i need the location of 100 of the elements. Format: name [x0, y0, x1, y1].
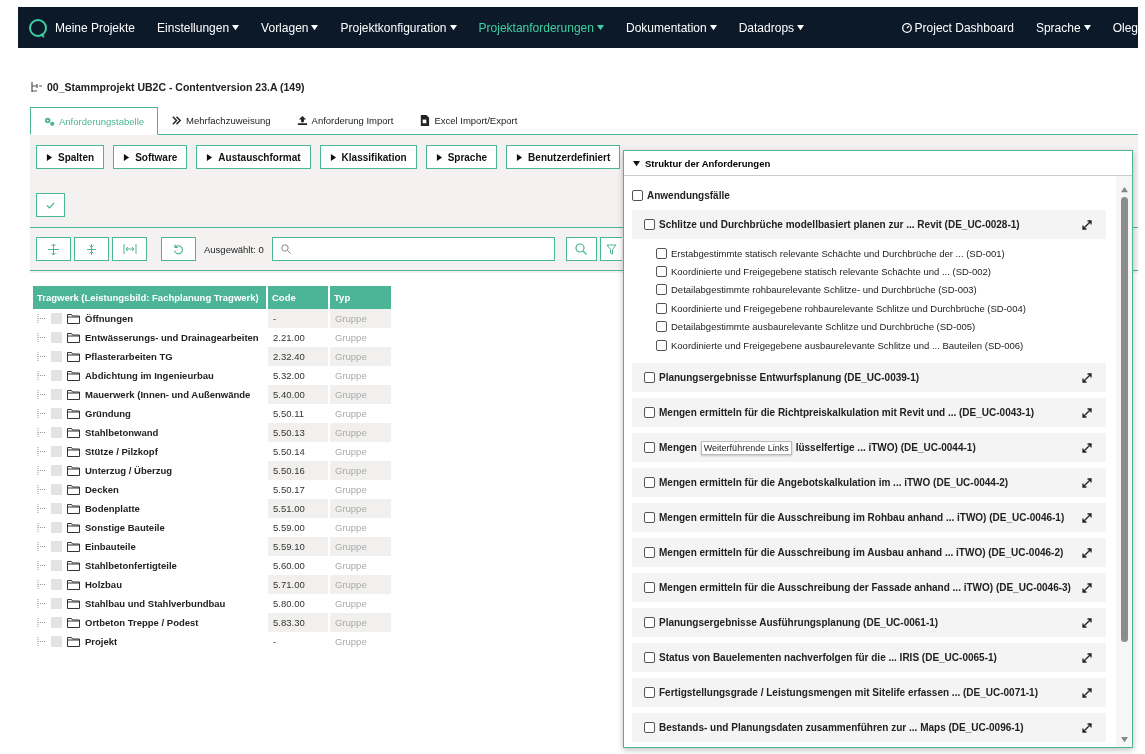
filter-button[interactable]: Sprache [425, 145, 498, 169]
row-checkbox[interactable] [51, 408, 62, 419]
row-checkbox[interactable] [51, 389, 62, 400]
caret-icon [232, 24, 240, 31]
group-name: Stahlbau und Stahlverbundbau [85, 598, 226, 609]
checkbox[interactable] [644, 442, 655, 454]
folder-icon [67, 427, 80, 438]
tree-cell[interactable]: Stahlbau und Stahlverbundbau [33, 594, 268, 613]
language-menu[interactable]: Sprache [1035, 20, 1091, 35]
triangle-icon [329, 153, 337, 161]
folder-icon [67, 332, 80, 343]
tab[interactable]: Anforderung Import [283, 107, 407, 134]
tree-cell[interactable]: Ortbeton Treppe / Podest [33, 613, 268, 632]
tree-cell[interactable]: Projekt [33, 632, 268, 651]
folder-icon [67, 351, 80, 362]
tree-cell[interactable]: Stahlbetonfertigteile [33, 556, 268, 575]
row-checkbox[interactable] [51, 370, 62, 381]
search-field[interactable] [271, 237, 555, 261]
filter-button[interactable]: Benutzerdefiniert [506, 145, 621, 169]
filter-button[interactable]: Austauschformat [196, 145, 311, 169]
row-checkbox[interactable] [51, 598, 62, 609]
filter-button[interactable]: Spalten [36, 145, 105, 169]
type-cell: Gruppe [330, 613, 393, 632]
tooltip: Weiterführende Links [700, 440, 792, 455]
row-checkbox[interactable] [51, 560, 62, 571]
checkbox[interactable] [644, 547, 655, 559]
nav-menu[interactable]: Vorlagen [261, 20, 319, 35]
checkbox[interactable] [632, 189, 643, 201]
checkbox[interactable] [644, 582, 655, 594]
row-checkbox[interactable] [51, 522, 62, 533]
row-checkbox[interactable] [51, 313, 62, 324]
row-checkbox[interactable] [51, 636, 62, 647]
selected-count: Ausgewählt: 0 [204, 243, 264, 255]
tree-cell[interactable]: Mauerwerk (Innen- und Außenwände [33, 385, 268, 404]
row-checkbox[interactable] [51, 351, 62, 362]
checkbox[interactable] [644, 477, 655, 489]
expand-icon[interactable] [1082, 372, 1092, 383]
tree-cell[interactable]: Decken [33, 480, 268, 499]
code-cell: 2.32.40 [268, 347, 330, 366]
group-name: Decken [85, 484, 119, 495]
expand-icon[interactable] [1082, 477, 1092, 488]
row-checkbox[interactable] [51, 465, 62, 476]
tree-cell[interactable]: Abdichtung im Ingenieurbau [33, 366, 268, 385]
filter-button[interactable]: Klassifikation [319, 145, 417, 169]
tree-cell[interactable]: Entwässerungs- und Drainagearbeiten [33, 328, 268, 347]
row-checkbox[interactable] [51, 446, 62, 457]
checkbox[interactable] [644, 687, 655, 699]
expand-icon[interactable] [1082, 722, 1092, 733]
checkbox[interactable] [644, 407, 655, 419]
row-checkbox[interactable] [51, 617, 62, 628]
tree-cell[interactable]: Öffnungen [33, 309, 268, 328]
checkbox[interactable] [644, 512, 655, 524]
tree-cell[interactable]: Holzbau [33, 575, 268, 594]
user-menu[interactable]: Oleg [1112, 20, 1138, 35]
checkbox[interactable] [644, 219, 655, 230]
expand-icon[interactable] [1082, 582, 1092, 593]
tree-cell[interactable]: Stütze / Pilzkopf [33, 442, 268, 461]
checkbox[interactable] [644, 722, 655, 734]
expand-icon[interactable] [1082, 652, 1092, 663]
row-checkbox[interactable] [51, 503, 62, 514]
checkbox[interactable] [656, 266, 667, 278]
group-name: Öffnungen [85, 313, 133, 324]
expand-icon[interactable] [1082, 512, 1092, 523]
row-checkbox[interactable] [51, 484, 62, 495]
tree-cell[interactable]: Pflasterarbeiten TG [33, 347, 268, 366]
dashboard-icon [901, 22, 912, 33]
filter-button[interactable]: Software [113, 145, 188, 169]
scroll-up-icon [1120, 186, 1128, 193]
row-checkbox[interactable] [51, 579, 62, 590]
tree-cell[interactable]: Bodenplatte [33, 499, 268, 518]
tree-cell[interactable]: Gründung [33, 404, 268, 423]
tree-cell[interactable]: Sonstige Bauteile [33, 518, 268, 537]
filter-toggle-button[interactable] [599, 237, 622, 261]
row-checkbox[interactable] [51, 541, 62, 552]
checkbox[interactable] [656, 302, 667, 314]
checkbox[interactable] [644, 652, 655, 664]
checkbox[interactable] [644, 617, 655, 629]
expand-icon[interactable] [1082, 547, 1092, 558]
tab[interactable]: Mehrfachzuweisung [158, 107, 284, 134]
checkbox[interactable] [656, 284, 667, 296]
expand-icon[interactable] [1082, 219, 1092, 230]
tree-cell[interactable]: Unterzug / Überzug [33, 461, 268, 480]
scrollbar[interactable] [1116, 176, 1132, 747]
panel-header[interactable]: Struktur der Anforderungen [624, 151, 1132, 176]
tree-cell[interactable]: Stahlbetonwand [33, 423, 268, 442]
tab[interactable]: Excel Import/Export [406, 107, 531, 134]
checkbox[interactable] [656, 321, 667, 333]
tree-cell[interactable]: Einbauteile [33, 537, 268, 556]
expand-icon[interactable] [1082, 617, 1092, 628]
expand-icon[interactable] [1082, 442, 1092, 453]
expand-icon[interactable] [1082, 407, 1092, 418]
checkbox[interactable] [656, 247, 667, 259]
expand-icon[interactable] [1082, 687, 1092, 698]
row-checkbox[interactable] [51, 332, 62, 343]
checkbox[interactable] [656, 339, 667, 351]
row-checkbox[interactable] [51, 427, 62, 438]
checkbox[interactable] [644, 372, 655, 384]
tree-connector-icon [37, 428, 46, 437]
home-link[interactable]: Meine Projekte [28, 17, 136, 38]
caret-icon [1083, 24, 1091, 31]
